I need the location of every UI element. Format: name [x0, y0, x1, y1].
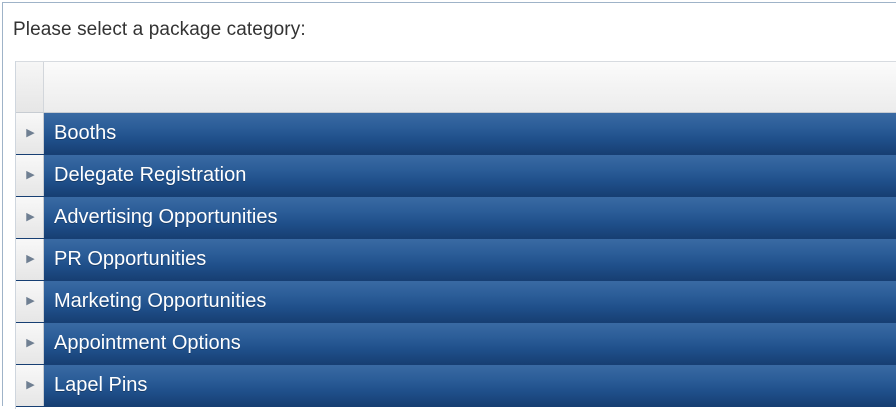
category-row-booths[interactable]: ▶ Booths	[16, 113, 896, 155]
category-label[interactable]: Delegate Registration	[44, 155, 246, 196]
expand-arrow-icon[interactable]: ▶	[26, 296, 34, 307]
category-row-advertising-opportunities[interactable]: ▶ Advertising Opportunities	[16, 197, 896, 239]
category-label[interactable]: Appointment Options	[44, 323, 241, 364]
category-label[interactable]: PR Opportunities	[44, 239, 206, 280]
page-title: Please select a package category:	[13, 19, 306, 40]
category-label[interactable]: Lapel Pins	[44, 365, 147, 406]
row-gutter[interactable]: ▶	[16, 323, 44, 364]
category-rows: ▶ Booths ▶ Delegate Registration ▶ Adver…	[16, 113, 896, 407]
category-label[interactable]: Advertising Opportunities	[44, 197, 277, 238]
category-row-marketing-opportunities[interactable]: ▶ Marketing Opportunities	[16, 281, 896, 323]
expand-arrow-icon[interactable]: ▶	[26, 338, 34, 349]
package-category-panel: Please select a package category: ▶ Boot…	[2, 2, 896, 409]
expand-arrow-icon[interactable]: ▶	[26, 170, 34, 181]
expand-arrow-icon[interactable]: ▶	[26, 380, 34, 391]
row-gutter[interactable]: ▶	[16, 155, 44, 196]
grid-header-gutter	[16, 62, 44, 112]
category-label[interactable]: Marketing Opportunities	[44, 281, 266, 322]
expand-arrow-icon[interactable]: ▶	[26, 212, 34, 223]
expand-arrow-icon[interactable]: ▶	[26, 254, 34, 265]
row-gutter[interactable]: ▶	[16, 239, 44, 280]
category-row-appointment-options[interactable]: ▶ Appointment Options	[16, 323, 896, 365]
category-row-delegate-registration[interactable]: ▶ Delegate Registration	[16, 155, 896, 197]
category-row-pr-opportunities[interactable]: ▶ PR Opportunities	[16, 239, 896, 281]
row-gutter[interactable]: ▶	[16, 113, 44, 154]
expand-arrow-icon[interactable]: ▶	[26, 128, 34, 139]
row-gutter[interactable]: ▶	[16, 365, 44, 406]
row-gutter[interactable]: ▶	[16, 197, 44, 238]
grid-header-cell	[44, 62, 896, 112]
category-label[interactable]: Booths	[44, 113, 116, 154]
row-gutter[interactable]: ▶	[16, 281, 44, 322]
category-grid: ▶ Booths ▶ Delegate Registration ▶ Adver…	[15, 61, 896, 409]
grid-header	[16, 61, 896, 113]
category-row-lapel-pins[interactable]: ▶ Lapel Pins	[16, 365, 896, 407]
